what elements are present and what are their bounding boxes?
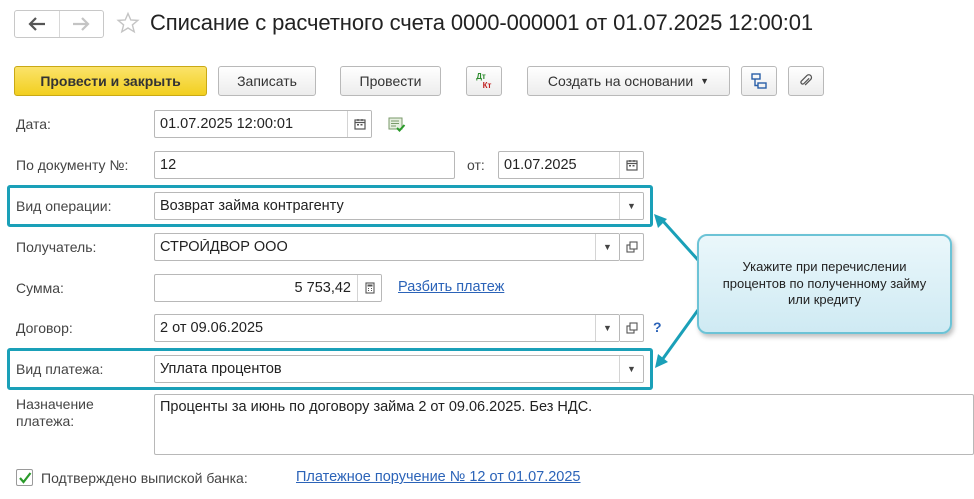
payment-order-link[interactable]: Платежное поручение № 12 от 01.07.2025 [296,469,581,485]
post-button[interactable]: Провести [340,66,441,96]
split-payment-link[interactable]: Разбить платеж [398,279,504,295]
calendar-icon [625,160,638,171]
arrow-right-icon [73,17,90,31]
favorite-star-icon[interactable] [116,11,140,35]
attachment-button[interactable] [788,66,824,96]
purpose-textarea[interactable]: Проценты за июнь по договору займа 2 от … [154,394,974,455]
confirmed-checkbox[interactable] [16,469,33,486]
calendar-button[interactable] [347,111,371,137]
purpose-label-line2: платежа: [16,413,75,429]
back-button[interactable] [15,11,59,37]
recipient-value: СТРОЙДВОР ООО [160,239,288,255]
amount-field[interactable]: 5 753,42 [154,274,382,302]
doc-date-value: 01.07.2025 [504,157,577,173]
chevron-down-icon: ▼ [700,76,710,86]
doc-date-calendar-button[interactable] [619,152,643,178]
payment-type-select[interactable]: Уплата процентов ▼ [154,355,644,383]
amount-label: Сумма: [16,280,64,296]
date-value: 01.07.2025 12:00:01 [160,116,294,132]
dropdown-arrow-icon[interactable]: ▼ [595,234,619,260]
dropdown-arrow-icon[interactable]: ▼ [595,315,619,341]
kt-label: Кт [482,81,492,90]
purpose-label-line1: Назначение [16,396,94,412]
page-title: Списание с расчетного счета 0000-000001 … [150,10,814,35]
dt-kt-button[interactable]: Дт Кт [466,66,502,96]
doc-number-value: 12 [160,157,177,173]
confirmed-label: Подтверждено выпиской банка: [41,470,248,486]
paperclip-icon [800,74,813,86]
post-and-close-button[interactable]: Провести и закрыть [14,66,207,96]
open-window-icon [625,322,638,334]
date-field[interactable]: 01.07.2025 12:00:01 [154,110,372,138]
operation-type-value: Возврат займа контрагенту [160,198,344,214]
contract-value: 2 от 09.06.2025 [160,320,264,336]
navigation-buttons [14,10,104,38]
operation-type-select[interactable]: Возврат займа контрагенту ▼ [154,192,644,220]
doc-number-label: По документу №: [16,157,129,173]
calculator-icon [364,282,375,294]
hint-callout: Укажите при перечислении процентов по по… [697,234,952,334]
doc-date-label: от: [467,157,485,173]
open-window-icon [625,241,638,253]
payment-type-label: Вид платежа: [16,361,104,377]
recipient-label: Получатель: [16,239,97,255]
create-based-on-label: Создать на основании [547,73,694,89]
contract-label: Договор: [16,320,73,336]
structure-button[interactable] [741,66,777,96]
checkmark-icon [18,471,31,484]
date-label: Дата: [16,116,51,132]
hierarchy-icon [751,73,767,89]
arrow-left-icon [28,17,45,31]
calendar-icon [353,119,366,130]
calculator-button[interactable] [357,275,381,301]
create-based-on-button[interactable]: Создать на основании ▼ [527,66,730,96]
doc-number-field[interactable]: 12 [154,151,455,179]
doc-date-field[interactable]: 01.07.2025 [498,151,644,179]
payment-type-value: Уплата процентов [160,361,282,377]
amount-value: 5 753,42 [294,280,351,296]
contract-field[interactable]: 2 от 09.06.2025 ▼ [154,314,620,342]
recipient-field[interactable]: СТРОЙДВОР ООО ▼ [154,233,620,261]
operation-type-label: Вид операции: [16,198,112,214]
forward-button[interactable] [58,11,104,37]
dt-label: Дт [476,72,486,81]
save-button[interactable]: Записать [218,66,316,96]
edit-checklist-icon[interactable] [388,117,406,133]
